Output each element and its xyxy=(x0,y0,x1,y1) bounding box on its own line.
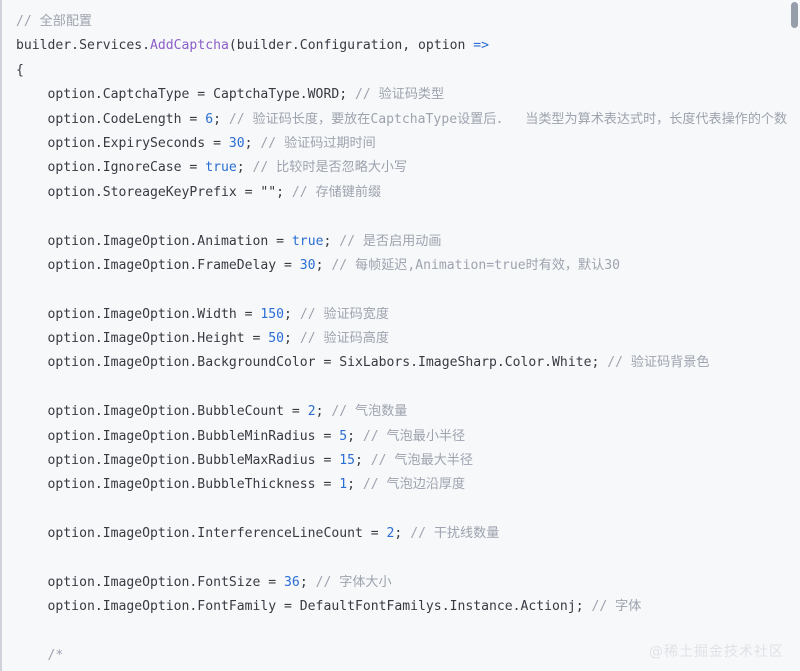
code-line: option.ImageOption.Height = 50; // 验证码高度 xyxy=(16,331,389,347)
watermark-label: @稀土掘金技术社区 xyxy=(649,644,784,660)
code-line: option.StoreageKeyPrefix = ""; // 存储键前缀 xyxy=(16,184,382,200)
code-line: option.ImageOption.FontFamily = DefaultF… xyxy=(16,599,642,615)
code-line: option.CodeLength = 6; // 验证码长度，要放在Captc… xyxy=(16,111,788,127)
code-line: option.ImageOption.BubbleThickness = 1; … xyxy=(16,477,466,493)
vertical-scrollbar-track[interactable] xyxy=(788,0,800,671)
code-scroll-area[interactable]: // 全部配置 builder.Services.AddCaptcha(build… xyxy=(2,0,800,671)
code-line: option.ImageOption.Animation = true; // … xyxy=(16,233,442,249)
code-block-container: // 全部配置 builder.Services.AddCaptcha(build… xyxy=(0,0,800,671)
code-line: builder.Services.AddCaptcha(builder.Conf… xyxy=(16,38,490,54)
code-line: option.ExpirySeconds = 30; // 验证码过期时间 xyxy=(16,135,376,151)
code-line: { xyxy=(16,62,24,78)
code-line: option.ImageOption.FontSize = 36; // 字体大… xyxy=(16,574,392,590)
code-line: option.ImageOption.BubbleCount = 2; // 气… xyxy=(16,404,408,420)
code-content: // 全部配置 builder.Services.AddCaptcha(build… xyxy=(16,10,800,671)
code-line: option.ImageOption.BackgroundColor = Six… xyxy=(16,355,710,371)
code-line: option.ImageOption.Width = 150; // 验证码宽度 xyxy=(16,306,389,322)
code-line: option.CaptchaType = CaptchaType.WORD; /… xyxy=(16,87,445,103)
code-line: // 全部配置 xyxy=(16,14,93,29)
vertical-scrollbar-thumb[interactable] xyxy=(791,2,798,28)
code-line: option.IgnoreCase = true; // 比较时是否忽略大小写 xyxy=(16,160,408,176)
code-line: option.ImageOption.BubbleMinRadius = 5; … xyxy=(16,428,466,444)
code-line: option.ImageOption.InterferenceLineCount… xyxy=(16,526,500,542)
code-line: option.ImageOption.BubbleMaxRadius = 15;… xyxy=(16,453,473,469)
code-line: option.ImageOption.FrameDelay = 30; // 每… xyxy=(16,257,620,273)
